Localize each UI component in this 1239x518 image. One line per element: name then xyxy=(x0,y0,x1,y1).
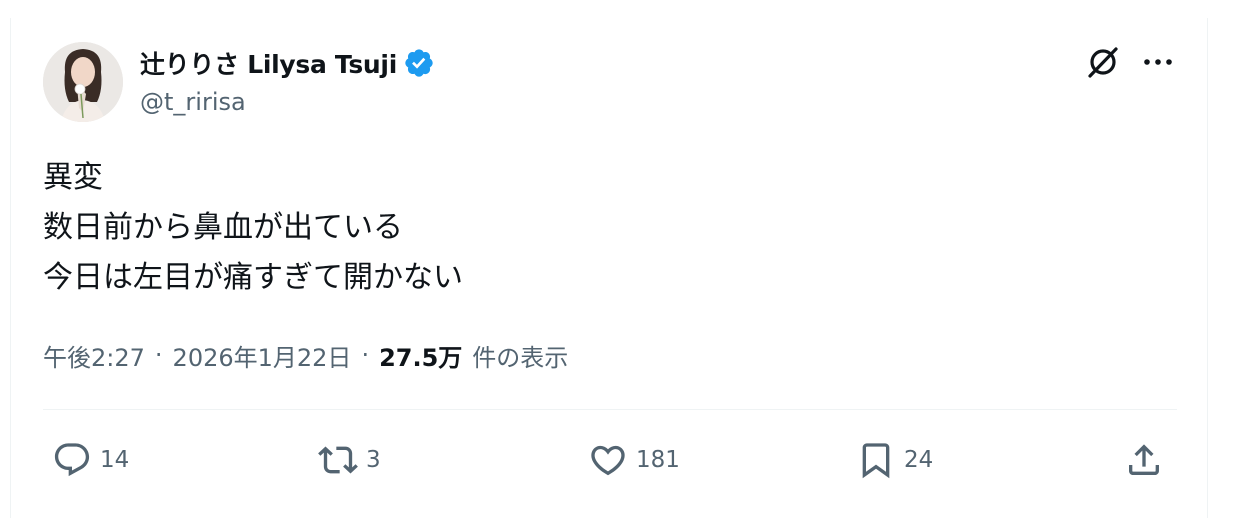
repost-icon xyxy=(318,446,358,474)
meta-separator: · xyxy=(361,341,370,369)
grok-icon xyxy=(1088,47,1118,78)
meta-separator: · xyxy=(154,341,163,369)
like-button[interactable]: 181 xyxy=(588,432,680,488)
tweet-line: 異変 xyxy=(43,160,103,195)
tweet-text: 異変 数日前から鼻血が出ている 今日は左目が痛すぎて開かない xyxy=(43,153,1143,303)
bookmark-button[interactable]: 24 xyxy=(856,432,933,488)
author-display-name[interactable]: 辻りりさ Lilysa Tsuji xyxy=(140,45,397,81)
repost-button[interactable]: 3 xyxy=(318,432,381,488)
tweet-meta: 午後2:27 · 2026年1月22日 · 27.5万 件の表示 xyxy=(43,337,568,373)
more-options-button[interactable] xyxy=(1138,42,1178,82)
like-count: 181 xyxy=(636,447,680,473)
tweet-line: 今日は左目が痛すぎて開かない xyxy=(43,260,463,295)
more-icon xyxy=(1144,59,1172,65)
reply-count: 14 xyxy=(100,447,130,473)
reply-button[interactable]: 14 xyxy=(52,432,129,488)
share-icon xyxy=(1129,444,1159,475)
author-name-row[interactable]: 辻りりさ Lilysa Tsuji xyxy=(140,44,435,82)
heart-icon xyxy=(591,445,625,476)
grok-button[interactable] xyxy=(1083,42,1123,82)
bookmark-icon xyxy=(862,443,890,479)
avatar[interactable] xyxy=(43,42,123,122)
tweet-time[interactable]: 午後2:27 xyxy=(43,338,145,373)
share-button[interactable] xyxy=(1124,432,1164,488)
views-count[interactable]: 27.5万 xyxy=(379,338,462,373)
author-handle[interactable]: @t_ririsa xyxy=(140,88,246,116)
tweet-date[interactable]: 2026年1月22日 xyxy=(173,338,352,373)
tweet-line: 数日前から鼻血が出ている xyxy=(43,210,403,245)
views-label: 件の表示 xyxy=(472,343,569,372)
bookmark-count: 24 xyxy=(904,447,934,473)
repost-count: 3 xyxy=(366,447,381,473)
reply-icon xyxy=(54,443,90,477)
verified-badge-icon xyxy=(405,49,433,77)
action-bar: 14 3 181 24 xyxy=(0,432,1239,488)
divider xyxy=(43,409,1177,410)
